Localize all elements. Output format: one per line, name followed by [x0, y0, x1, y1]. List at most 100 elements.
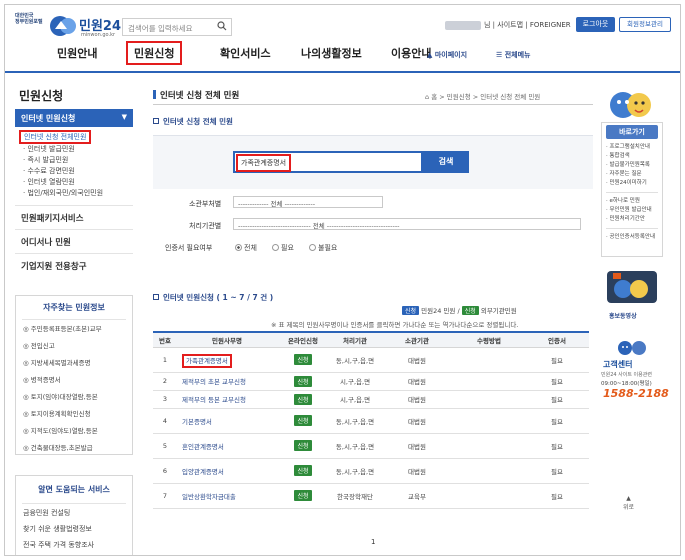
frequent-item[interactable]: ◎ 토지이용계획확인신청: [23, 408, 91, 418]
row-online[interactable]: 신청: [277, 347, 329, 373]
search-icon[interactable]: [217, 21, 227, 31]
row-name[interactable]: 제적부의 초본 교부신청: [177, 372, 277, 391]
sidebar-item-package[interactable]: 민원패키지서비스: [15, 205, 133, 230]
apply-button[interactable]: 신청: [294, 415, 312, 426]
quick-link[interactable]: · 공인인증서등록안내: [602, 233, 662, 242]
global-search-input[interactable]: 검색어를 입력하세요: [122, 18, 232, 36]
scroll-top-button[interactable]: ▲ 위로: [623, 495, 634, 511]
pagination-page[interactable]: 1: [371, 538, 375, 546]
sidebar-title: 민원신청: [19, 89, 64, 103]
table-row[interactable]: 2 제적부의 초본 교부신청 신청 시,구,읍,면 대법원 필요: [153, 372, 589, 391]
row-name[interactable]: 기본증명서: [177, 408, 277, 434]
quick-link[interactable]: · 프로그램설치안내: [602, 143, 662, 152]
row-proc-text: 한국장학재단: [337, 492, 373, 501]
sidebar-subitem-corp[interactable]: · 법인/재외국민/외국인민원: [23, 188, 103, 198]
sidebar-subitem-all-internet[interactable]: 인터넷 신청 전체민원: [19, 130, 92, 144]
promo-video-label[interactable]: 홍보동영상: [609, 311, 637, 320]
table-row[interactable]: 7 일반상환학자금대출 신청 한국장학재단 교육부 필요: [153, 483, 589, 509]
sidebar-subitem-issue[interactable]: · 인터넷 발급민원: [23, 144, 75, 154]
frequent-item[interactable]: ◎ 주민등록표등본(초본)교부: [23, 323, 102, 333]
nav-item-check-service[interactable]: 확인서비스: [220, 45, 271, 61]
row-name[interactable]: 입양관계증명서: [177, 458, 277, 484]
row-online[interactable]: 신청: [277, 433, 329, 459]
sidebar-subitem-instant[interactable]: · 즉시 발급민원: [23, 155, 68, 165]
row-name[interactable]: 혼인관계증명서: [177, 433, 277, 459]
title-divider: [153, 104, 593, 105]
menu-icon: ☰: [496, 51, 505, 59]
quick-link[interactable]: · 통합검색: [602, 152, 662, 161]
frequent-item[interactable]: ◎ 토지(임야)대장열람,등본: [23, 391, 98, 401]
table-row[interactable]: 3 제적부의 등본 교부신청 신청 시,구,읍,면 대법원 필요: [153, 390, 589, 409]
minwon-name-link[interactable]: 제적부의 등본 교부신청: [182, 396, 246, 404]
col-header-name[interactable]: 민원사무명: [177, 331, 277, 348]
cert-radio-not-required[interactable]: 불필요: [309, 243, 337, 253]
quick-link[interactable]: · 무인민원 발급안내: [602, 206, 662, 215]
minwon-name-link[interactable]: 기본증명서: [182, 418, 212, 426]
apply-button[interactable]: 신청: [294, 375, 312, 387]
minwon-name-link[interactable]: 제적부의 초본 교부신청: [182, 378, 246, 386]
help-item[interactable]: 전국 주택 가격 동향조사: [23, 540, 94, 550]
quick-link[interactable]: · 민원24이미하기: [602, 179, 662, 188]
frequent-item[interactable]: ◎ 지방세세목별과세증명: [23, 357, 91, 367]
frequent-item-label: 토지(임야)대장열람,등본: [30, 393, 98, 401]
util-text[interactable]: 님 | 사이트맵 | FOREIGNER: [484, 21, 571, 29]
sidebar-item-internet-apply[interactable]: 인터넷 민원신청 ▼: [15, 109, 133, 127]
frequent-item[interactable]: ◎ 병적증명서: [23, 374, 61, 384]
frequent-item[interactable]: ◎ 지적도(임야도)열람,등본: [23, 425, 98, 435]
org-select[interactable]: ------------------------------- 전체 -----…: [233, 218, 581, 230]
row-online[interactable]: 신청: [277, 483, 329, 509]
sidebar-subitem-view[interactable]: · 인터넷 열람민원: [23, 177, 75, 187]
table-row[interactable]: 4 기본증명서 신청 동,시,구,읍,면 대법원 필요: [153, 408, 589, 434]
apply-button[interactable]: 신청: [294, 440, 312, 451]
cert-radio-required[interactable]: 필요: [272, 243, 294, 253]
cert-radio-all[interactable]: 전체: [235, 243, 257, 253]
table-row[interactable]: 5 혼인관계증명서 신청 동,시,구,읍,면 대법원 필요: [153, 433, 589, 459]
dept-select[interactable]: ------------- 전체 -------------: [233, 196, 383, 208]
all-menu-link[interactable]: ☰ 전체메뉴: [496, 50, 530, 60]
mypage-link[interactable]: ▲ 마이페이지: [427, 50, 467, 60]
quick-link[interactable]: · 발급불가민원목록: [602, 161, 662, 170]
apply-button[interactable]: 신청: [294, 490, 312, 501]
row-name[interactable]: 일반상환학자금대출: [177, 483, 277, 509]
nav-item-apply[interactable]: 민원신청: [126, 41, 183, 65]
minwon24-logo-icon[interactable]: [49, 13, 79, 39]
utility-links[interactable]: 님 | 사이트맵 | FOREIGNER: [445, 20, 571, 30]
col-header-cert[interactable]: 인증서: [525, 331, 589, 348]
row-online[interactable]: 신청: [277, 458, 329, 484]
minwon-name-link[interactable]: 혼인관계증명서: [182, 443, 224, 451]
government-emblem-logo[interactable]: 대한민국 정부민원포털: [15, 13, 45, 37]
logout-button[interactable]: 로그아웃: [576, 17, 615, 32]
table-row[interactable]: 6 입양관계증명서 신청 동,시,구,읍,면 대법원 필요: [153, 458, 589, 484]
minwon-name-link[interactable]: 가족관계증명서: [182, 353, 232, 368]
minwon-name-link[interactable]: 일반상환학자금대출: [182, 493, 236, 501]
sidebar-subitem-fee-reduction[interactable]: · 수수료 감면민원: [23, 166, 75, 176]
quick-link[interactable]: · 민원처리기간안: [602, 215, 662, 224]
help-item[interactable]: 찾기 쉬운 생활법령정보: [23, 524, 92, 534]
help-item[interactable]: 금융민원 컨설팅: [23, 508, 70, 518]
search-input-value[interactable]: 가족관계증명서: [236, 154, 292, 172]
frequent-item[interactable]: ◎ 건축물대장등,초본발급: [23, 442, 93, 452]
row-online[interactable]: 신청: [277, 408, 329, 434]
apply-button[interactable]: 신청: [294, 465, 312, 476]
row-online[interactable]: 신청: [277, 390, 329, 409]
row-name[interactable]: 가족관계증명서: [177, 347, 277, 373]
quick-link[interactable]: · 자주묻는 질문: [602, 170, 662, 179]
promo-video-icon[interactable]: [605, 267, 659, 307]
search-button[interactable]: 검색: [423, 151, 469, 173]
apply-button[interactable]: 신청: [294, 393, 312, 405]
sidebar-item-anywhere[interactable]: 어디서나 민원: [15, 229, 133, 254]
table-row[interactable]: 1 가족관계증명서 신청 동,시,구,읍,면 대법원 필요: [153, 347, 589, 373]
nav-item-my-life-info[interactable]: 나의생활정보: [301, 45, 362, 61]
member-info-button[interactable]: 회원정보관리: [619, 17, 671, 32]
sidebar-item-business[interactable]: 기업지원 전용창구: [15, 253, 133, 278]
row-no-text: 6: [162, 466, 168, 475]
nav-item-usage-guide[interactable]: 이용안내: [391, 45, 431, 61]
minwon-name-link[interactable]: 입양관계증명서: [182, 468, 224, 476]
quick-link[interactable]: · e하나로 민원: [602, 197, 662, 206]
frequent-item[interactable]: ◎ 전입신고: [23, 340, 55, 350]
mascot-icon: [610, 92, 651, 118]
row-name[interactable]: 제적부의 등본 교부신청: [177, 390, 277, 409]
row-online[interactable]: 신청: [277, 372, 329, 391]
nav-item-guide[interactable]: 민원안내: [57, 45, 97, 61]
apply-button[interactable]: 신청: [294, 354, 312, 365]
